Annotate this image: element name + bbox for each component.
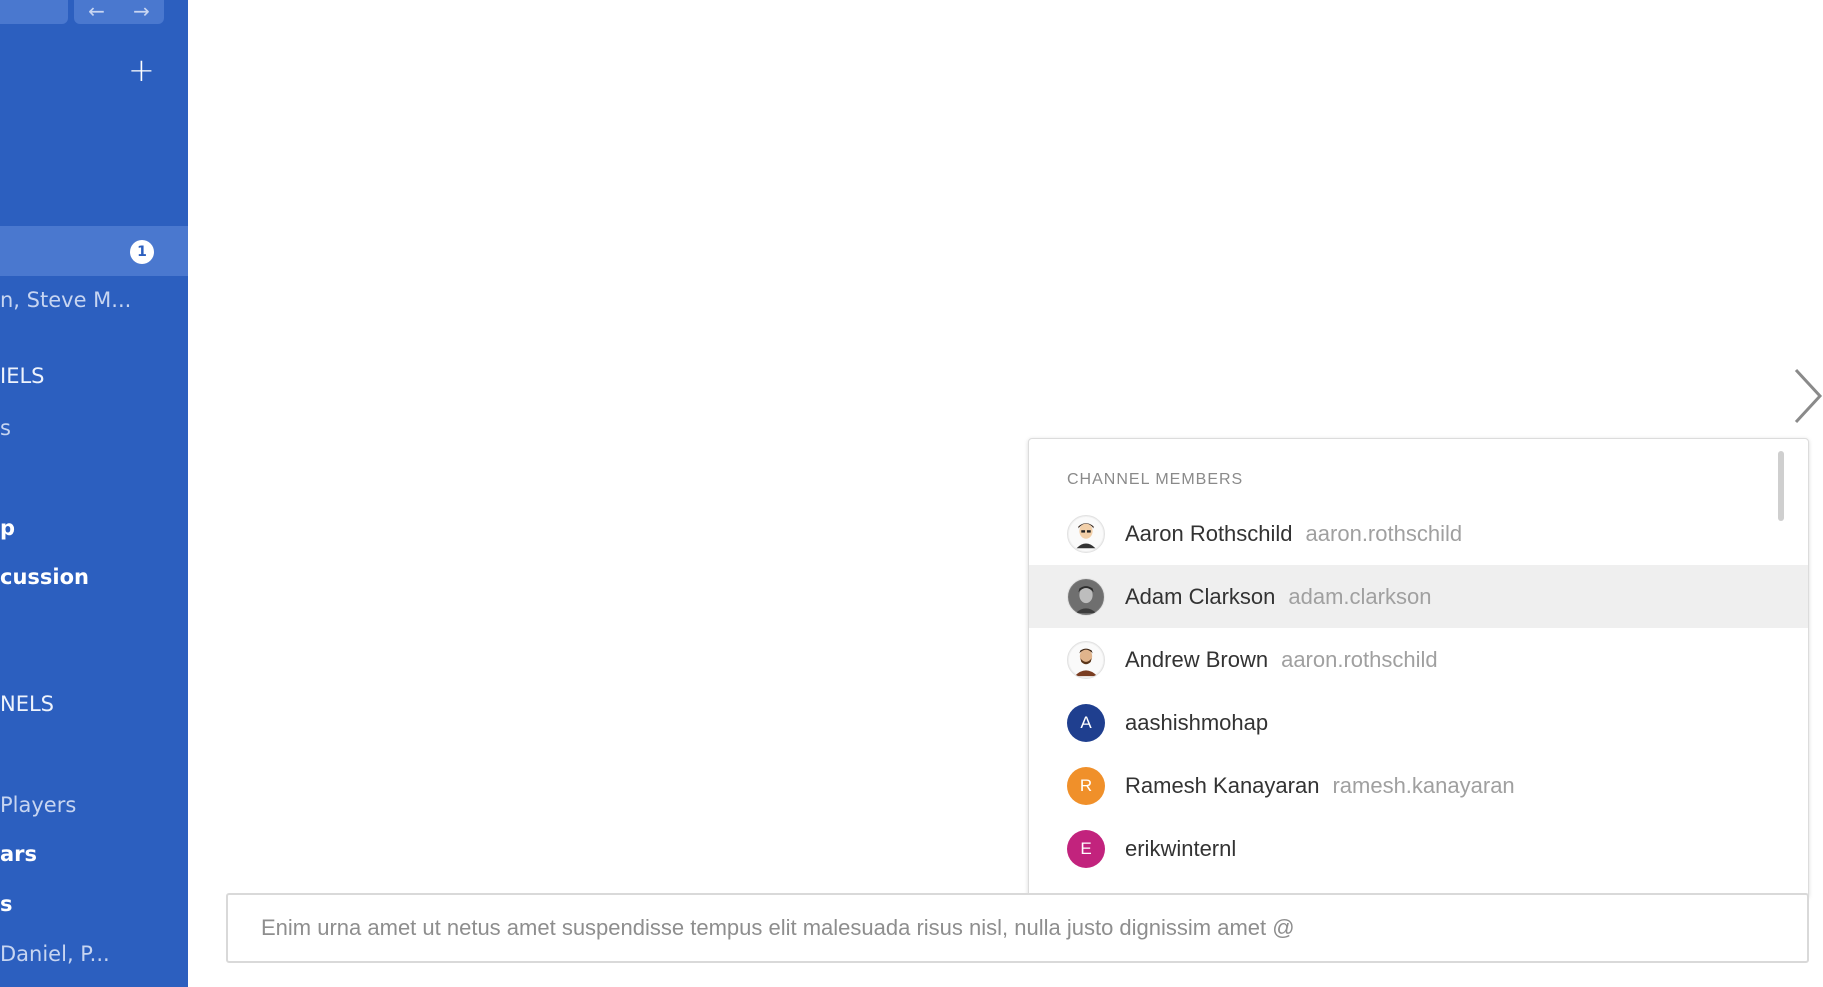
member-item-ramesh-kanayaran[interactable]: R Ramesh Kanayaran ramesh.kanayaran [1029,754,1808,817]
forward-arrow-icon[interactable]: → [133,1,150,21]
member-handle: adam.clarkson [1288,583,1432,609]
member-name: Adam Clarkson [1125,583,1276,609]
mention-autocomplete: CHANNEL MEMBERS Aaron Rothschild aaron.r… [1028,438,1809,898]
member-name: Ramesh Kanayaran [1125,772,1320,798]
person-avatar-icon [1068,516,1104,551]
member-item-aashishmohap[interactable]: A aashishmohap [1029,691,1808,754]
sidebar-item-dm-group[interactable]: n, Steve M... [0,288,131,312]
sidebar-active-item[interactable]: 1 [0,226,188,276]
unread-badge: 1 [130,240,154,264]
member-handle: aaron.rothschild [1305,520,1463,546]
back-arrow-icon[interactable]: ← [88,1,105,21]
person-avatar-icon [1068,579,1104,614]
channel-members-heading: CHANNEL MEMBERS [1067,471,1244,488]
person-avatar-icon [1068,642,1104,677]
history-nav: ← → [74,0,164,24]
member-name: Andrew Brown [1125,646,1269,672]
sidebar-item-dm-group[interactable]: Daniel, P... [0,942,110,966]
sidebar-item-channel[interactable]: ars [0,842,37,866]
member-handle: ramesh.kanayaran [1332,772,1515,798]
avatar [1067,577,1105,616]
sidebar-section-channels: NELS [0,692,55,716]
sidebar-item-discussion[interactable]: cussion [0,565,89,589]
add-icon[interactable]: + [128,54,155,86]
avatar: E [1067,829,1105,868]
member-handle: aaron.rothschild [1281,646,1438,672]
member-item-aaron-rothschild[interactable]: Aaron Rothschild aaron.rothschild [1029,502,1808,565]
sidebar-top-controls: ← → [0,0,188,24]
avatar: R [1067,766,1105,805]
member-name: erikwinternl [1125,835,1237,861]
message-input[interactable]: Enim urna amet ut netus amet suspendisse… [226,893,1809,963]
member-name: Aaron Rothschild [1125,520,1293,546]
sidebar-item-channel[interactable]: s [0,892,13,916]
sidebar: ← → + 1 n, Steve M... IELS s p cussion N… [0,0,188,987]
member-item-adam-clarkson[interactable]: Adam Clarkson adam.clarkson [1029,565,1808,628]
member-name: aashishmohap [1125,709,1269,735]
avatar [1067,514,1105,553]
sidebar-item-channel[interactable]: p [0,516,15,540]
avatar: A [1067,703,1105,742]
avatar [1067,640,1105,679]
sidebar-section-channels: IELS [0,364,45,388]
chevron-right-icon[interactable] [1788,366,1823,426]
member-item-erikwinternl[interactable]: E erikwinternl [1029,817,1808,880]
sidebar-item-players[interactable]: Players [0,793,76,817]
team-menu-button[interactable] [0,0,68,24]
sidebar-item-channel[interactable]: s [0,416,11,440]
message-text: Enim urna amet ut netus amet suspendisse… [261,915,1295,940]
member-item-andrew-brown[interactable]: Andrew Brown aaron.rothschild [1029,628,1808,691]
